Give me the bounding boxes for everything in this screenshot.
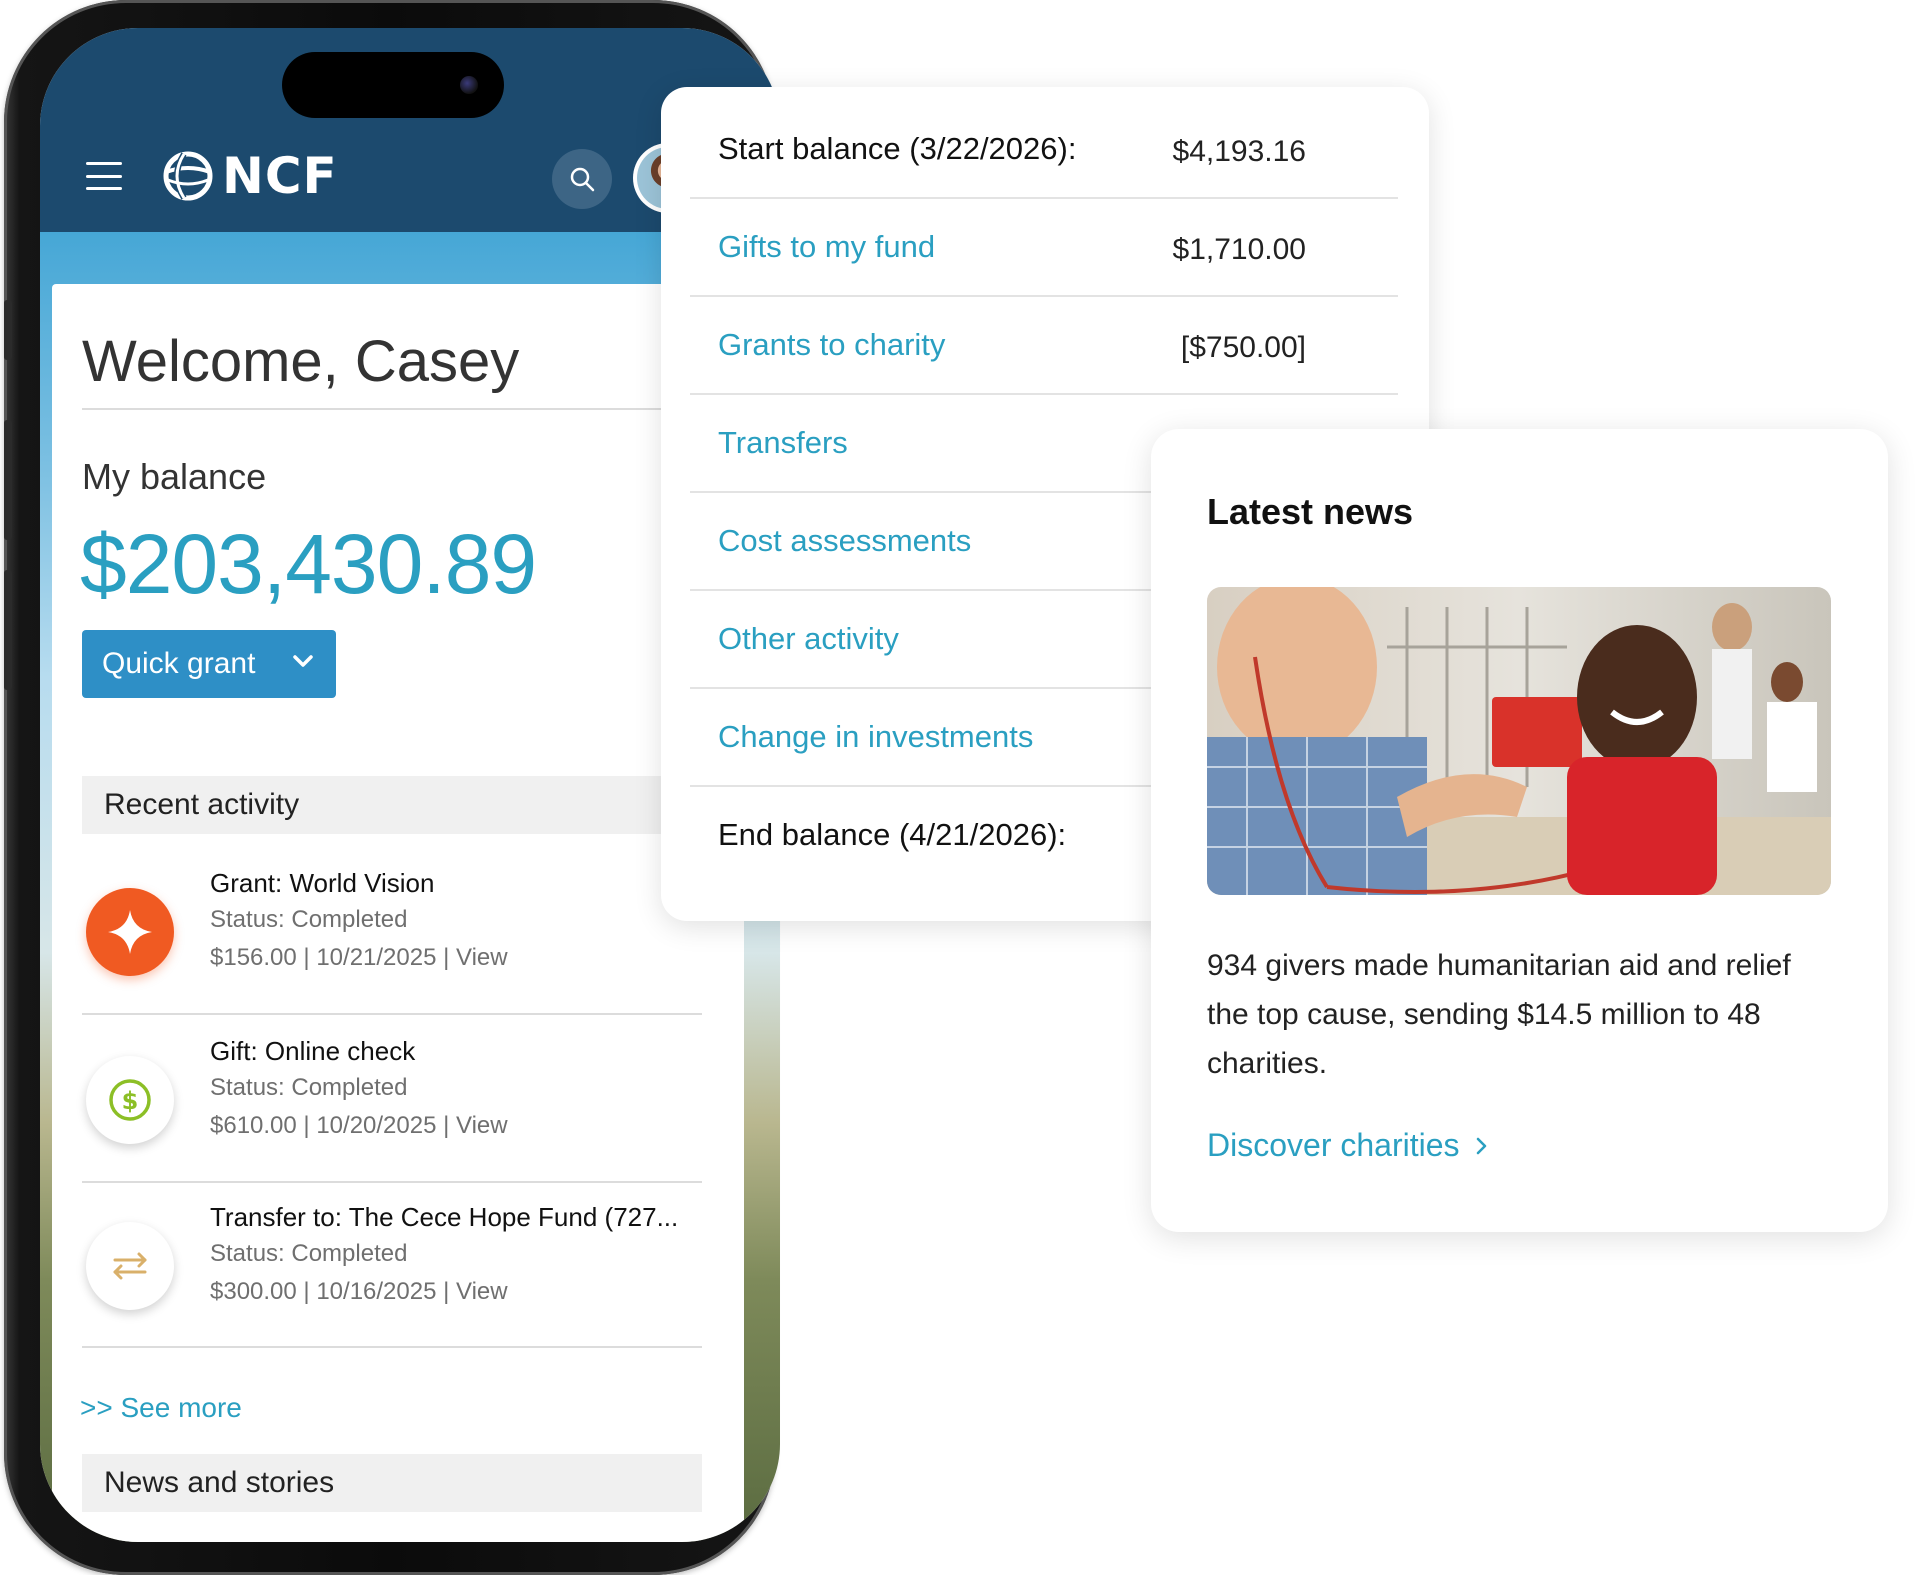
quick-grant-button[interactable]: Quick grant xyxy=(82,630,336,698)
row-label[interactable]: Other activity xyxy=(718,621,899,657)
balance-value: $203,430.89 xyxy=(80,517,537,611)
stage: NCF Welcome, Casey My balance $203,430.8… xyxy=(0,0,1920,1575)
activity-title: Gift: Online check xyxy=(210,1036,416,1066)
activity-title: Grant: World Vision xyxy=(210,868,435,898)
phone-action-button xyxy=(4,300,12,360)
search-icon xyxy=(570,167,595,192)
activity-meta: $610.00 | 10/20/2025 | View xyxy=(210,1112,508,1139)
activity-title: Transfer to: The Cece Hope Fund (727... xyxy=(210,1202,679,1232)
row-label[interactable]: Cost assessments xyxy=(718,523,971,559)
news-title: Latest news xyxy=(1207,491,1414,532)
phone-volume-down-button xyxy=(4,570,12,690)
menu-icon[interactable] xyxy=(86,162,122,190)
transfer-arrows-icon xyxy=(86,1222,174,1310)
chevron-right-icon xyxy=(1476,1137,1486,1154)
activity-item[interactable]: $ Gift: Online check Status: Completed $… xyxy=(82,1028,702,1188)
welcome-heading: Welcome, Casey xyxy=(82,329,520,394)
search-button[interactable] xyxy=(552,149,612,209)
phone-frame: NCF Welcome, Casey My balance $203,430.8… xyxy=(4,0,780,1575)
recent-activity-header: Recent activity xyxy=(82,776,734,834)
news-link-label: Discover charities xyxy=(1207,1127,1460,1163)
news-photo[interactable] xyxy=(1207,587,1831,895)
news-stories-header: News and stories xyxy=(82,1454,702,1512)
activity-status: Status: Completed xyxy=(210,1074,408,1101)
row-value: [$750.00] xyxy=(1180,331,1306,364)
divider xyxy=(82,1181,702,1183)
news-stories-label: News and stories xyxy=(104,1466,335,1499)
start-balance-row: Start balance (3/22/2026): $4,193.16 xyxy=(690,101,1398,199)
see-more-link[interactable]: >> See more xyxy=(80,1392,242,1424)
divider xyxy=(82,1346,702,1348)
activity-meta: $300.00 | 10/16/2025 | View xyxy=(210,1278,508,1305)
row-label[interactable]: Transfers xyxy=(718,425,848,461)
ncf-logo[interactable]: NCF xyxy=(158,146,338,206)
star-burst-icon xyxy=(86,888,174,976)
activity-item[interactable]: Transfer to: The Cece Hope Fund (727... … xyxy=(82,1194,702,1354)
row-value: $1,710.00 xyxy=(1172,233,1306,266)
row-label: End balance (4/21/2026): xyxy=(718,817,1067,852)
row-label[interactable]: Change in investments xyxy=(718,719,1033,755)
row-label: Start balance (3/22/2026): xyxy=(718,131,1077,166)
dollar-coin-icon: $ xyxy=(86,1056,174,1144)
latest-news-card: Latest news 934 givers made humanitarian… xyxy=(1151,429,1888,1232)
quick-grant-label: Quick grant xyxy=(102,647,256,680)
recent-activity-label: Recent activity xyxy=(104,788,300,821)
balance-label: My balance xyxy=(82,456,267,497)
activity-status: Status: Completed xyxy=(210,1240,408,1267)
grants-row[interactable]: Grants to charity [$750.00] xyxy=(690,297,1398,395)
chevron-down-icon xyxy=(293,655,313,667)
row-label[interactable]: Grants to charity xyxy=(718,327,945,363)
row-value: $4,193.16 xyxy=(1172,135,1306,168)
divider xyxy=(82,408,734,410)
activity-item[interactable]: Grant: World Vision Status: Completed $1… xyxy=(82,860,702,1020)
dynamic-island xyxy=(282,52,504,118)
brand-name: NCF xyxy=(222,147,338,205)
phone-volume-up-button xyxy=(4,420,12,540)
divider xyxy=(82,1013,702,1015)
camera-icon xyxy=(460,76,478,94)
discover-charities-link[interactable]: Discover charities xyxy=(1207,1127,1488,1164)
activity-status: Status: Completed xyxy=(210,906,408,933)
globe-logo-icon xyxy=(163,151,213,201)
news-body: 934 givers made humanitarian aid and rel… xyxy=(1207,949,1791,1080)
row-label[interactable]: Gifts to my fund xyxy=(718,229,935,265)
gifts-row[interactable]: Gifts to my fund $1,710.00 xyxy=(690,199,1398,297)
svg-text:$: $ xyxy=(122,1087,139,1115)
activity-meta: $156.00 | 10/21/2025 | View xyxy=(210,944,508,971)
